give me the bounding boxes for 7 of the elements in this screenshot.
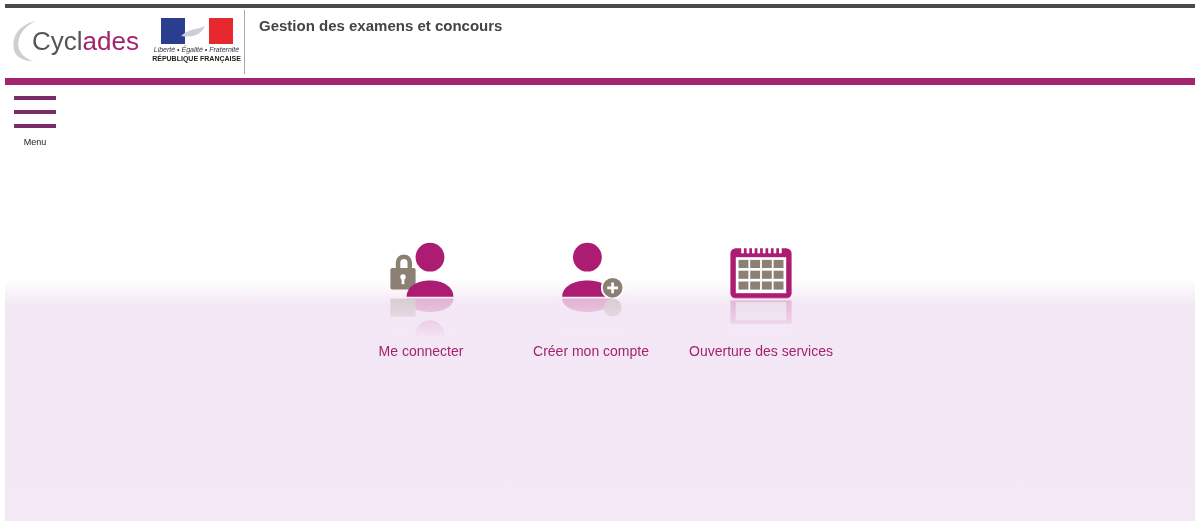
service-link[interactable]: Me connecter — [351, 241, 491, 521]
flag-emblem-icon — [160, 18, 233, 44]
menu-button[interactable]: Menu — [14, 96, 56, 147]
service-link[interactable]: Créer mon compte — [521, 241, 661, 521]
cyclades-logo: Cyclades — [9, 10, 139, 72]
service-link[interactable]: Ouverture des services — [691, 241, 831, 521]
site-title: Gestion des examens et concours — [259, 17, 503, 34]
